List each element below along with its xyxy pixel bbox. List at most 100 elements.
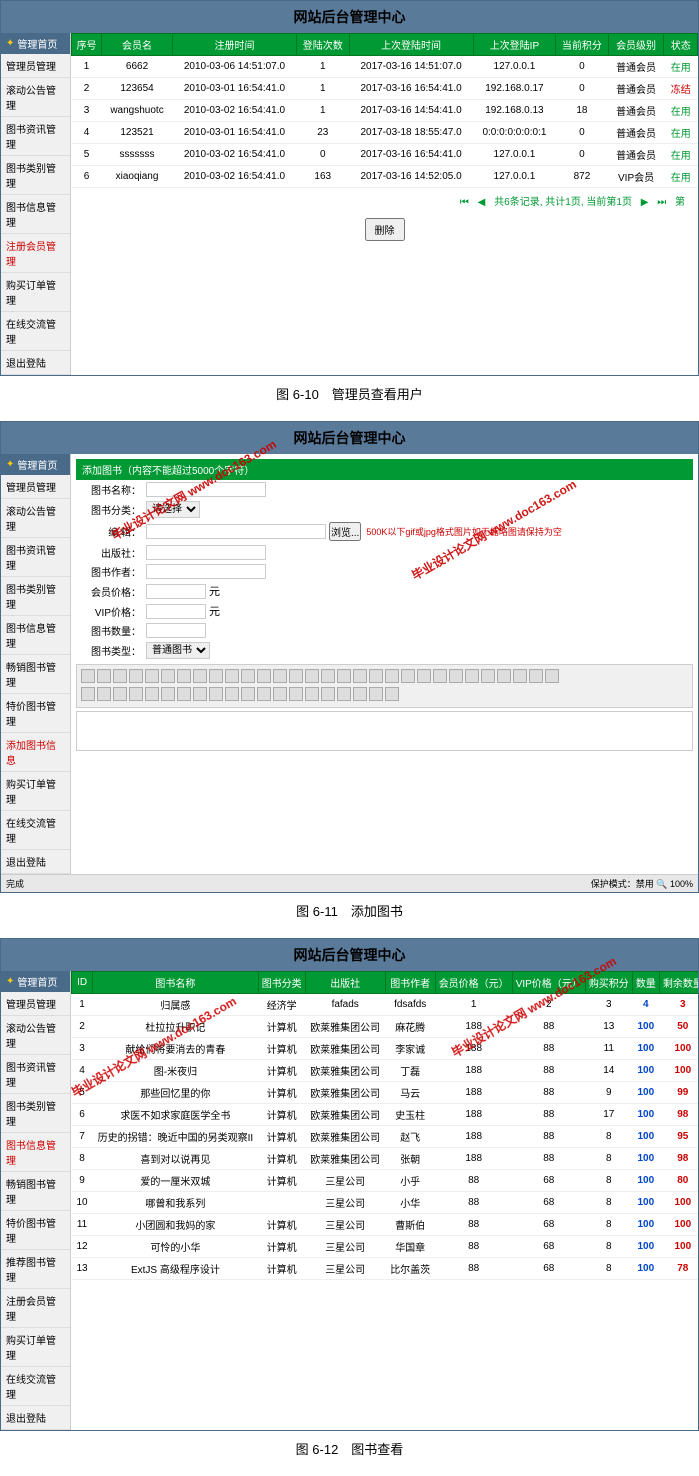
table-cell: 872 (556, 166, 608, 188)
table-row[interactable]: 1归属感经济学fafadsfdsafds123432017-3-16 19:13… (72, 994, 699, 1016)
sidebar-item[interactable]: 特价图书管理 (1, 1211, 70, 1250)
sidebar-item[interactable]: 退出登陆 (1, 1406, 70, 1430)
sidebar-item[interactable]: 管理员管理 (1, 54, 70, 78)
form-row-vip-price: VIP价格： 元 (76, 601, 693, 621)
form-row-member-price: 会员价格： 元 (76, 581, 693, 601)
table-row[interactable]: 10哪曾和我系列三星公司小华886881001002017-3-16 16:54… (72, 1192, 699, 1214)
table-row[interactable]: 11小团圆和我妈的家计算机三星公司曹斯伯886881001002017-3-16… (72, 1214, 699, 1236)
table-row[interactable]: 3wangshuotc2010-03-02 16:54:41.012017-03… (72, 100, 698, 122)
sidebar-item[interactable]: 图书资讯管理 (1, 1055, 70, 1094)
sidebar-item[interactable]: 添加图书信息 (1, 733, 70, 772)
table-row[interactable]: 7历史的拐错：晚近中国的另类观察II计算机欧莱雅集团公司赵飞1888881009… (72, 1126, 699, 1148)
sidebar-item[interactable]: 图书信息管理 (1, 616, 70, 655)
star-icon: ✦ (6, 459, 14, 470)
rich-editor-body[interactable] (76, 711, 693, 751)
sidebar-item[interactable]: 购买订单管理 (1, 1328, 70, 1367)
name-input[interactable] (146, 482, 266, 497)
member-price-input[interactable] (146, 584, 206, 599)
delete-button[interactable]: 删除 (365, 218, 405, 241)
sidebar-item[interactable]: 特价图书管理 (1, 694, 70, 733)
type-select[interactable]: 请选择 (146, 501, 200, 518)
sidebar-header[interactable]: ✦ 管理首页 (1, 33, 70, 54)
sidebar-item[interactable]: 管理员管理 (1, 475, 70, 499)
table-header: ID (72, 972, 93, 994)
table-row[interactable]: 6求医不如求家庭医学全书计算机欧莱雅集团公司史玉柱188881710098201… (72, 1104, 699, 1126)
sidebar-item[interactable]: 在线交流管理 (1, 811, 70, 850)
sidebar-item[interactable]: 图书信息管理 (1, 195, 70, 234)
zoom-icon[interactable]: 🔍 (656, 879, 667, 889)
table-row[interactable]: 12可怜的小华计算机三星公司华国章886881001002017-3-16 16… (72, 1236, 699, 1258)
page-first-icon[interactable]: ⏮ (460, 197, 469, 208)
browse-button[interactable]: 浏览... (329, 522, 361, 541)
vip-price-input[interactable] (146, 604, 206, 619)
sidebar-item[interactable]: 图书类别管理 (1, 156, 70, 195)
table-cell: 2 (512, 994, 585, 1016)
sidebar-item[interactable]: 注册会员管理 (1, 1289, 70, 1328)
sidebar-item[interactable]: 管理员管理 (1, 992, 70, 1016)
table-row[interactable]: 166622010-03-06 14:51:07.012017-03-16 14… (72, 56, 698, 78)
sidebar-item[interactable]: 注册会员管理 (1, 234, 70, 273)
table-row[interactable]: 9爱的一厘米双城计算机三星公司小乎88688100802017-3-16 16:… (72, 1170, 699, 1192)
sidebar-item[interactable]: 购买订单管理 (1, 772, 70, 811)
table-row[interactable]: 8喜到对以说再见计算机欧莱雅集团公司张朝188888100982017-3-16… (72, 1148, 699, 1170)
table-cell: 192.168.0.13 (473, 100, 556, 122)
author-label: 图书作者： (76, 564, 146, 579)
sidebar-item[interactable]: 退出登陆 (1, 850, 70, 874)
sidebar-item[interactable]: 退出登陆 (1, 351, 70, 375)
table-cell: 普通会员 (608, 144, 664, 166)
table-cell: 188 (435, 1148, 512, 1170)
table-cell: ExtJS 高级程序设计 (93, 1258, 259, 1280)
sidebar-item[interactable]: 图书类别管理 (1, 577, 70, 616)
table-cell: 2017-03-18 18:55:47.0 (349, 122, 473, 144)
category-select[interactable]: 普通图书 (146, 642, 210, 659)
table-cell: 9 (585, 1082, 632, 1104)
table-cell: 0 (556, 144, 608, 166)
table-row[interactable]: 5sssssss2010-03-02 16:54:41.002017-03-16… (72, 144, 698, 166)
table-row[interactable]: 4图-米夜归计算机欧莱雅集团公司丁磊18888141001002017-3-16… (72, 1060, 699, 1082)
sidebar-item[interactable]: 图书资讯管理 (1, 117, 70, 156)
publisher-input[interactable] (146, 545, 266, 560)
sidebar-item[interactable]: 购买订单管理 (1, 273, 70, 312)
table-row[interactable]: 41235212010-03-01 16:54:41.0232017-03-18… (72, 122, 698, 144)
page-next-icon[interactable]: ▶ (641, 197, 649, 208)
sidebar-item[interactable]: 畅销图书管理 (1, 1172, 70, 1211)
page-prev-icon[interactable]: ◀ (478, 197, 486, 208)
table-cell: 李家诚 (385, 1038, 435, 1060)
table-row[interactable]: 13ExtJS 高级程序设计计算机三星公司比尔盖茨88688100782017-… (72, 1258, 699, 1280)
table-header: 状态 (664, 34, 698, 56)
table-cell: 计算机 (258, 1236, 305, 1258)
sidebar-header[interactable]: ✦ 管理首页 (1, 971, 70, 992)
sidebar-item[interactable]: 推荐图书管理 (1, 1250, 70, 1289)
table-cell: 2010-03-06 14:51:07.0 (172, 56, 296, 78)
sidebar-header-label: 管理首页 (17, 457, 57, 472)
sidebar-item[interactable]: 畅销图书管理 (1, 655, 70, 694)
stock-label: 图书数量： (76, 623, 146, 638)
table-cell: 163 (297, 166, 349, 188)
sidebar-header[interactable]: ✦ 管理首页 (1, 454, 70, 475)
stock-input[interactable] (146, 623, 206, 638)
file-input[interactable] (146, 524, 326, 539)
page-goto-label: 第 (675, 197, 685, 208)
sidebar-item[interactable]: 图书类别管理 (1, 1094, 70, 1133)
sidebar-item[interactable]: 图书资讯管理 (1, 538, 70, 577)
table-row[interactable]: 21236542010-03-01 16:54:41.012017-03-16 … (72, 78, 698, 100)
sidebar-item[interactable]: 图书信息管理 (1, 1133, 70, 1172)
table-row[interactable]: 3献给们将要消去的青春计算机欧莱雅集团公司李家诚1888811100100201… (72, 1038, 699, 1060)
table-cell (258, 1192, 305, 1214)
table-row[interactable]: 5那些回忆里的你计算机欧莱雅集团公司马云188889100992017-3-16… (72, 1082, 699, 1104)
table-cell: 计算机 (258, 1060, 305, 1082)
table-cell: 88 (435, 1192, 512, 1214)
sidebar-item[interactable]: 滚动公告管理 (1, 78, 70, 117)
page-last-icon[interactable]: ⏭ (657, 197, 666, 208)
table-row[interactable]: 2杜拉拉升职记计算机欧莱雅集团公司麻花腾1888813100502017-3-1… (72, 1016, 699, 1038)
table-cell: 6 (72, 1104, 93, 1126)
sidebar-item[interactable]: 滚动公告管理 (1, 499, 70, 538)
form-row-publisher: 出版社： (76, 543, 693, 562)
table-row[interactable]: 6xiaoqiang2010-03-02 16:54:41.01632017-0… (72, 166, 698, 188)
sidebar-item[interactable]: 在线交流管理 (1, 312, 70, 351)
sidebar-item[interactable]: 滚动公告管理 (1, 1016, 70, 1055)
table-cell: 100 (632, 1192, 659, 1214)
rich-editor-toolbar[interactable] (76, 664, 693, 708)
sidebar-item[interactable]: 在线交流管理 (1, 1367, 70, 1406)
author-input[interactable] (146, 564, 266, 579)
